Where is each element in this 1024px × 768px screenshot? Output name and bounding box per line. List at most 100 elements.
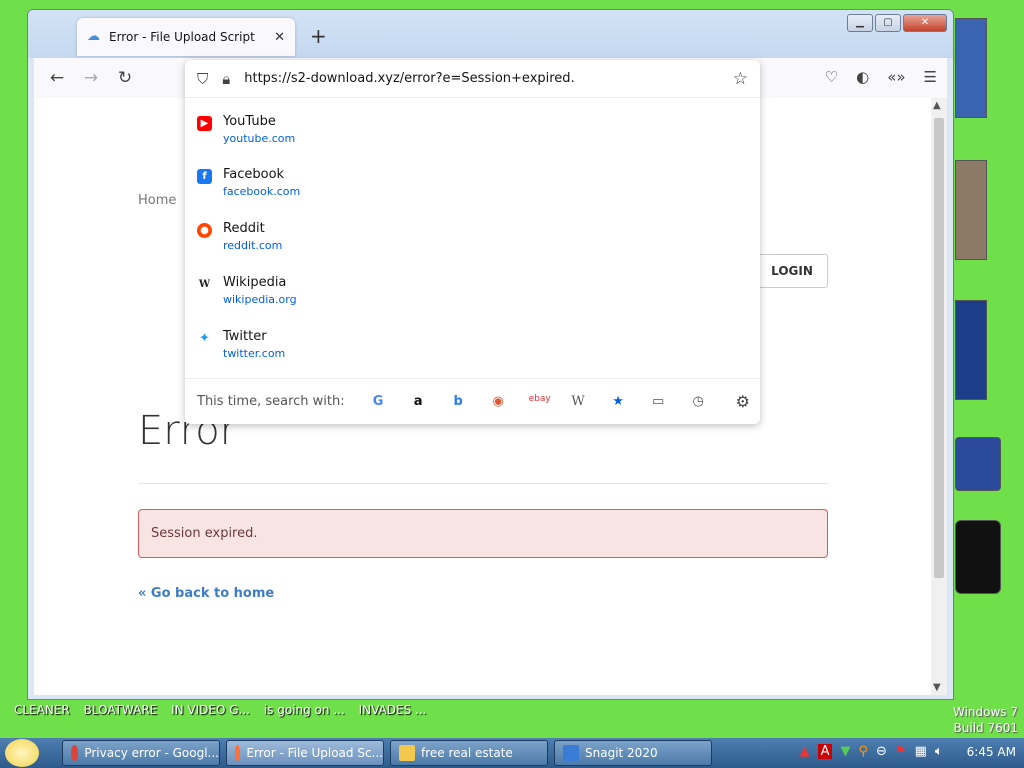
alert-text: Session expired. bbox=[151, 526, 258, 541]
toolbar-right: ♡ ◐ «» ☰ bbox=[825, 68, 937, 86]
taskbar-item[interactable]: Error - File Upload Sc... bbox=[226, 740, 384, 766]
desktop-label[interactable]: CLEANER bbox=[14, 703, 70, 717]
url-dropdown: ⛉ 🔒︎ https://s2-download.xyz/error?e=Ses… bbox=[185, 60, 760, 424]
twitter-icon: ✦ bbox=[197, 331, 212, 346]
folder-icon bbox=[399, 745, 415, 761]
desktop-tile bbox=[955, 520, 1001, 594]
search-engine-list: G a b ◉ ebay W ★ ▭ ◷ bbox=[369, 394, 708, 409]
extensions-icon[interactable]: «» bbox=[887, 68, 905, 86]
suggestion-url: facebook.com bbox=[223, 185, 301, 198]
taskbar-item-label: Error - File Upload Sc... bbox=[246, 746, 383, 760]
taskbar-item[interactable]: Snagit 2020 bbox=[554, 740, 712, 766]
suggestion-title: Wikipedia bbox=[223, 275, 287, 290]
maximize-button[interactable]: ▢ bbox=[875, 14, 901, 32]
taskbar: Privacy error - Googl... Error - File Up… bbox=[0, 738, 1024, 768]
divider bbox=[138, 483, 828, 484]
forward-button[interactable]: → bbox=[74, 68, 108, 88]
gear-icon[interactable]: ⚙ bbox=[736, 392, 750, 411]
minimize-button[interactable]: ▁ bbox=[847, 14, 873, 32]
scrollbar-thumb[interactable] bbox=[934, 118, 944, 578]
scroll-down-icon[interactable]: ▼ bbox=[933, 682, 941, 693]
acrobat-icon[interactable]: A bbox=[817, 744, 833, 759]
start-button[interactable] bbox=[0, 738, 44, 768]
ebay-icon[interactable]: ebay bbox=[529, 394, 551, 409]
suggestion-title: Reddit bbox=[223, 221, 265, 236]
desktop-label[interactable]: IN VIDEO G... bbox=[171, 703, 250, 717]
suggestion-title: Facebook bbox=[223, 167, 285, 182]
pocket-icon[interactable]: ♡ bbox=[825, 68, 838, 86]
tab-strip: ☁ Error - File Upload Script ✕ + ▁ ▢ ✕ bbox=[28, 10, 953, 58]
taskbar-item-label: Snagit 2020 bbox=[585, 746, 658, 760]
youtube-icon: ▶ bbox=[197, 116, 212, 131]
back-to-home-link[interactable]: « Go back to home bbox=[138, 586, 274, 601]
clock[interactable]: 6:45 AM bbox=[967, 745, 1016, 759]
desktop-tile bbox=[955, 18, 987, 118]
search-tray-icon[interactable]: ⚲ bbox=[858, 744, 868, 759]
bookmark-star-icon[interactable]: ☆ bbox=[733, 69, 748, 89]
reload-button[interactable]: ↻ bbox=[108, 68, 142, 88]
suggestion-item[interactable]: ▶ YouTube youtube.com bbox=[197, 114, 295, 145]
windows-build: Build 7601 bbox=[953, 721, 1018, 735]
windows-version-watermark: Windows 7 Build 7601 bbox=[953, 704, 1018, 736]
url-bar[interactable]: ⛉ 🔒︎ https://s2-download.xyz/error?e=Ses… bbox=[185, 60, 760, 98]
search-with-label: This time, search with: bbox=[197, 394, 345, 409]
start-orb-icon bbox=[5, 739, 39, 767]
url-input[interactable]: https://s2-download.xyz/error?e=Session+… bbox=[244, 71, 574, 86]
home-nav-link[interactable]: Home bbox=[138, 193, 176, 208]
error-alert: Session expired. bbox=[138, 509, 828, 558]
menu-icon[interactable]: ☰ bbox=[924, 68, 937, 86]
new-tab-button[interactable]: + bbox=[310, 24, 327, 48]
taskbar-item[interactable]: Privacy error - Googl... bbox=[62, 740, 220, 766]
bing-icon[interactable]: b bbox=[449, 394, 468, 409]
firefox-icon bbox=[235, 745, 241, 761]
desktop-icon-labels: CLEANER BLOATWARE IN VIDEO G... is going… bbox=[14, 703, 436, 717]
scroll-up-icon[interactable]: ▲ bbox=[933, 100, 941, 111]
desktop-tile bbox=[955, 300, 987, 400]
tabs-icon[interactable]: ▭ bbox=[649, 394, 668, 409]
cloud-upload-icon: ☁ bbox=[87, 29, 100, 44]
tray-app-icon[interactable]: ▲ bbox=[800, 744, 810, 759]
close-window-button[interactable]: ✕ bbox=[903, 14, 947, 32]
tab-title: Error - File Upload Script bbox=[109, 30, 255, 44]
desktop-label[interactable]: INVADES ... bbox=[359, 703, 427, 717]
desktop-tile bbox=[955, 437, 1001, 491]
account-icon[interactable]: ◐ bbox=[856, 68, 869, 86]
system-tray: ▲ A ▼ ⚲ ⊖ ⚑ ▦ 🔈︎ 6:45 AM bbox=[800, 744, 1016, 759]
duckduckgo-icon[interactable]: ◉ bbox=[489, 394, 508, 409]
back-button[interactable]: ← bbox=[40, 68, 74, 88]
login-button[interactable]: LOGIN bbox=[756, 254, 828, 288]
suggestion-item[interactable]: f Facebook facebook.com bbox=[197, 167, 300, 198]
history-icon[interactable]: ◷ bbox=[689, 394, 708, 409]
reddit-icon: ● bbox=[197, 223, 212, 238]
wikipedia-icon[interactable]: W bbox=[569, 394, 588, 409]
flag-icon[interactable]: ⚑ bbox=[895, 744, 907, 759]
volume-icon[interactable]: 🔈︎ bbox=[935, 744, 943, 759]
suggestion-item[interactable]: ✦ Twitter twitter.com bbox=[197, 329, 285, 360]
desktop-label[interactable]: BLOATWARE bbox=[84, 703, 158, 717]
network-icon[interactable]: ▦ bbox=[915, 744, 927, 759]
download-icon[interactable]: ▼ bbox=[840, 744, 850, 759]
lock-icon[interactable]: 🔒︎ bbox=[222, 70, 230, 88]
suggestion-url: twitter.com bbox=[223, 347, 286, 360]
amazon-icon[interactable]: a bbox=[409, 394, 428, 409]
desktop-label[interactable]: is going on ... bbox=[264, 703, 345, 717]
snagit-icon bbox=[563, 745, 579, 761]
taskbar-item-label: free real estate bbox=[421, 746, 513, 760]
suggestion-title: Twitter bbox=[223, 329, 267, 344]
bookmarks-icon[interactable]: ★ bbox=[609, 394, 628, 409]
close-tab-icon[interactable]: ✕ bbox=[274, 30, 285, 45]
suggestion-url: youtube.com bbox=[223, 132, 296, 145]
suggestion-url: reddit.com bbox=[223, 239, 283, 252]
google-icon[interactable]: G bbox=[369, 394, 388, 409]
wikipedia-icon: W bbox=[197, 277, 212, 292]
chrome-icon bbox=[71, 745, 79, 761]
window-controls: ▁ ▢ ✕ bbox=[847, 14, 947, 32]
taskbar-item[interactable]: free real estate bbox=[390, 740, 548, 766]
shield-icon[interactable]: ⛉ bbox=[197, 70, 208, 88]
vertical-scrollbar[interactable]: ▲ ▼ bbox=[931, 98, 947, 695]
facebook-icon: f bbox=[197, 169, 212, 184]
suggestion-item[interactable]: W Wikipedia wikipedia.org bbox=[197, 275, 297, 306]
suggestion-item[interactable]: ● Reddit reddit.com bbox=[197, 221, 282, 252]
minus-icon[interactable]: ⊖ bbox=[876, 744, 887, 759]
active-tab[interactable]: ☁ Error - File Upload Script ✕ bbox=[77, 18, 295, 56]
